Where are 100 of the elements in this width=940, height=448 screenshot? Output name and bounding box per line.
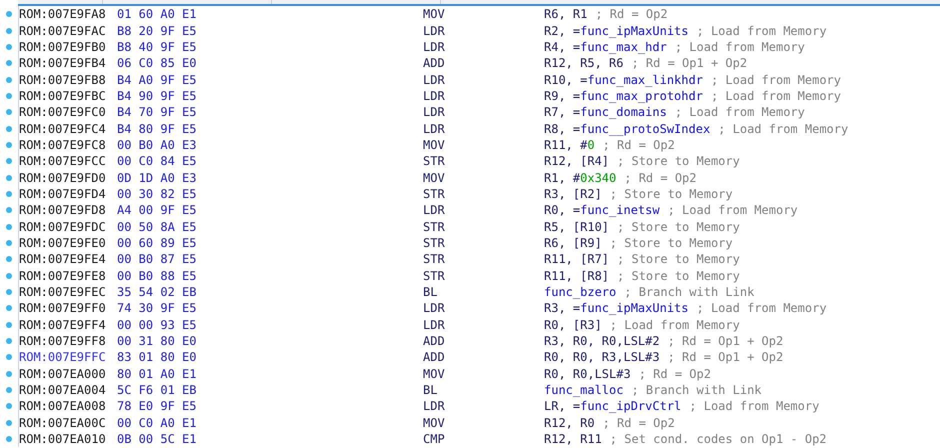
address-text: ROM:007E9FC4: [19, 122, 107, 136]
opcode-bytes: 00 B0 88 E5: [117, 268, 198, 283]
dot-icon[interactable]: [6, 370, 12, 377]
operand-text: R4, =func_max_hdr: [544, 40, 667, 54]
dot-icon[interactable]: [6, 322, 12, 328]
dot-icon[interactable]: [6, 272, 12, 279]
dot-icon[interactable]: [6, 92, 12, 99]
dot-icon[interactable]: [6, 224, 12, 230]
opcode-bytes: 00 C0 A0 E1: [117, 416, 198, 430]
opcode-bytes: B4 70 9F E5: [117, 105, 198, 120]
operand-text: R12, R0: [544, 416, 595, 430]
dot-icon[interactable]: [6, 436, 12, 442]
dot-icon[interactable]: [6, 338, 12, 344]
address-text: ROM:007E9FDC: [19, 220, 107, 234]
mnemonic-text: BL: [423, 285, 438, 300]
address-text: ROM:007EA008: [19, 399, 107, 414]
comment-text: ; Load from Memory: [689, 399, 820, 414]
opcode-bytes: 00 31 80 E0: [117, 334, 198, 348]
dot-icon[interactable]: [6, 240, 12, 246]
dot-icon[interactable]: [6, 420, 12, 426]
operand-text: R12, R5, R6: [544, 56, 624, 70]
dot-icon[interactable]: [6, 403, 12, 410]
comment-text: ; Rd = Op1 + Op2: [668, 350, 784, 364]
mnemonic-text: LDR: [423, 40, 446, 54]
opcode-bytes: 06 C0 85 E0: [117, 56, 198, 70]
address-text: ROM:007E9FCC: [19, 154, 107, 168]
address-text: ROM:007E9FEC: [19, 285, 107, 300]
address-text: ROM:007E9FE0: [19, 236, 107, 250]
operand-text: R10, =func_max_linkhdr: [544, 72, 703, 87]
operand-text: R8, =func__protoSwIndex: [544, 122, 710, 136]
mnemonic-text: STR: [423, 220, 446, 234]
opcode-bytes: B4 A0 9F E5: [117, 72, 198, 87]
mnemonic-text: LDR: [423, 203, 446, 218]
address-text: ROM:007E9FB8: [19, 72, 107, 87]
opcode-bytes: B4 90 9F E5: [117, 88, 198, 103]
operand-text: R11, #0: [544, 138, 595, 152]
dot-icon[interactable]: [6, 190, 12, 197]
comment-text: ; Load from Memory: [696, 301, 827, 316]
comment-text: ; Branch with Link: [624, 285, 754, 300]
opcode-bytes: 00 50 8A E5: [117, 220, 198, 234]
mnemonic-text: LDR: [423, 301, 446, 316]
mnemonic-text: LDR: [423, 24, 446, 38]
operand-text: R7, =func_domains: [544, 105, 667, 120]
opcode-bytes: 80 01 A0 E1: [117, 366, 198, 381]
comment-text: ; Store to Memory: [617, 154, 740, 168]
mnemonic-text: LDR: [423, 105, 446, 120]
dot-icon[interactable]: [6, 76, 12, 83]
dot-icon[interactable]: [6, 28, 12, 34]
dot-icon[interactable]: [6, 305, 12, 312]
mnemonic-text: STR: [423, 154, 446, 168]
comment-text: ; Store to Memory: [610, 186, 733, 201]
opcode-bytes: 00 B0 87 E5: [117, 252, 198, 266]
dot-icon[interactable]: [6, 44, 12, 50]
dot-icon[interactable]: [6, 289, 12, 296]
comment-text: ; Load from Memory: [718, 122, 848, 136]
operand-text: R3, =func_ipMaxUnits: [544, 301, 688, 316]
dot-icon[interactable]: [6, 158, 12, 164]
opcode-bytes: 00 00 93 E5: [117, 318, 198, 332]
operand-text: R9, =func_max_protohdr: [544, 88, 703, 103]
comment-text: ; Rd = Op1 + Op2: [631, 56, 748, 70]
dot-icon[interactable]: [6, 207, 12, 214]
comment-text: ; Rd = Op2: [595, 7, 668, 22]
comment-text: ; Load from Memory: [710, 88, 841, 103]
opcode-bytes: 00 B0 A0 E3: [117, 138, 198, 152]
address-text: ROM:007E9FD8: [19, 203, 107, 218]
mnemonic-text: ADD: [423, 350, 446, 364]
operand-text: R0, =func_inetsw: [544, 203, 660, 218]
address-text: ROM:007E9FAC: [19, 24, 107, 38]
comment-text: ; Load from Memory: [610, 318, 740, 332]
dot-icon[interactable]: [6, 387, 12, 394]
dot-icon[interactable]: [6, 142, 12, 148]
address-text: ROM:007EA000: [19, 366, 107, 381]
operand-text: func_bzero: [544, 285, 616, 300]
operand-text: R6, R1: [544, 7, 588, 22]
opcode-bytes: 0D 1D A0 E3: [117, 170, 198, 185]
address-text: ROM:007E9FD0: [19, 170, 107, 185]
dot-icon[interactable]: [6, 60, 12, 66]
dot-icon[interactable]: [6, 109, 12, 116]
dot-icon[interactable]: [6, 354, 12, 360]
address-text: ROM:007E9FF4: [19, 318, 107, 332]
operand-text: R0, [R3]: [544, 318, 602, 332]
address-text: ROM:007E9FB0: [19, 40, 107, 54]
opcode-bytes: 83 01 80 E0: [117, 350, 198, 364]
comment-text: ; Rd = Op2: [602, 416, 675, 430]
operand-text: R12, [R4]: [544, 154, 610, 168]
address-text: ROM:007EA004: [19, 383, 107, 398]
dot-icon[interactable]: [6, 256, 12, 262]
address-text: ROM:007E9FC0: [19, 105, 107, 120]
mnemonic-text: STR: [423, 236, 446, 250]
dot-icon[interactable]: [6, 126, 12, 132]
mnemonic-text: ADD: [423, 334, 446, 348]
address-text: ROM:007E9FB4: [19, 56, 107, 70]
mnemonic-text: LDR: [423, 399, 446, 414]
comment-text: ; Store to Memory: [617, 268, 740, 283]
opcode-bytes: 00 30 82 E5: [117, 186, 198, 201]
mnemonic-text: MOV: [423, 366, 446, 381]
address-text: ROM:007E9FE8: [19, 268, 107, 283]
opcode-bytes: 78 E0 9F E5: [117, 399, 198, 414]
dot-icon[interactable]: [6, 174, 12, 181]
dot-icon[interactable]: [6, 11, 12, 18]
